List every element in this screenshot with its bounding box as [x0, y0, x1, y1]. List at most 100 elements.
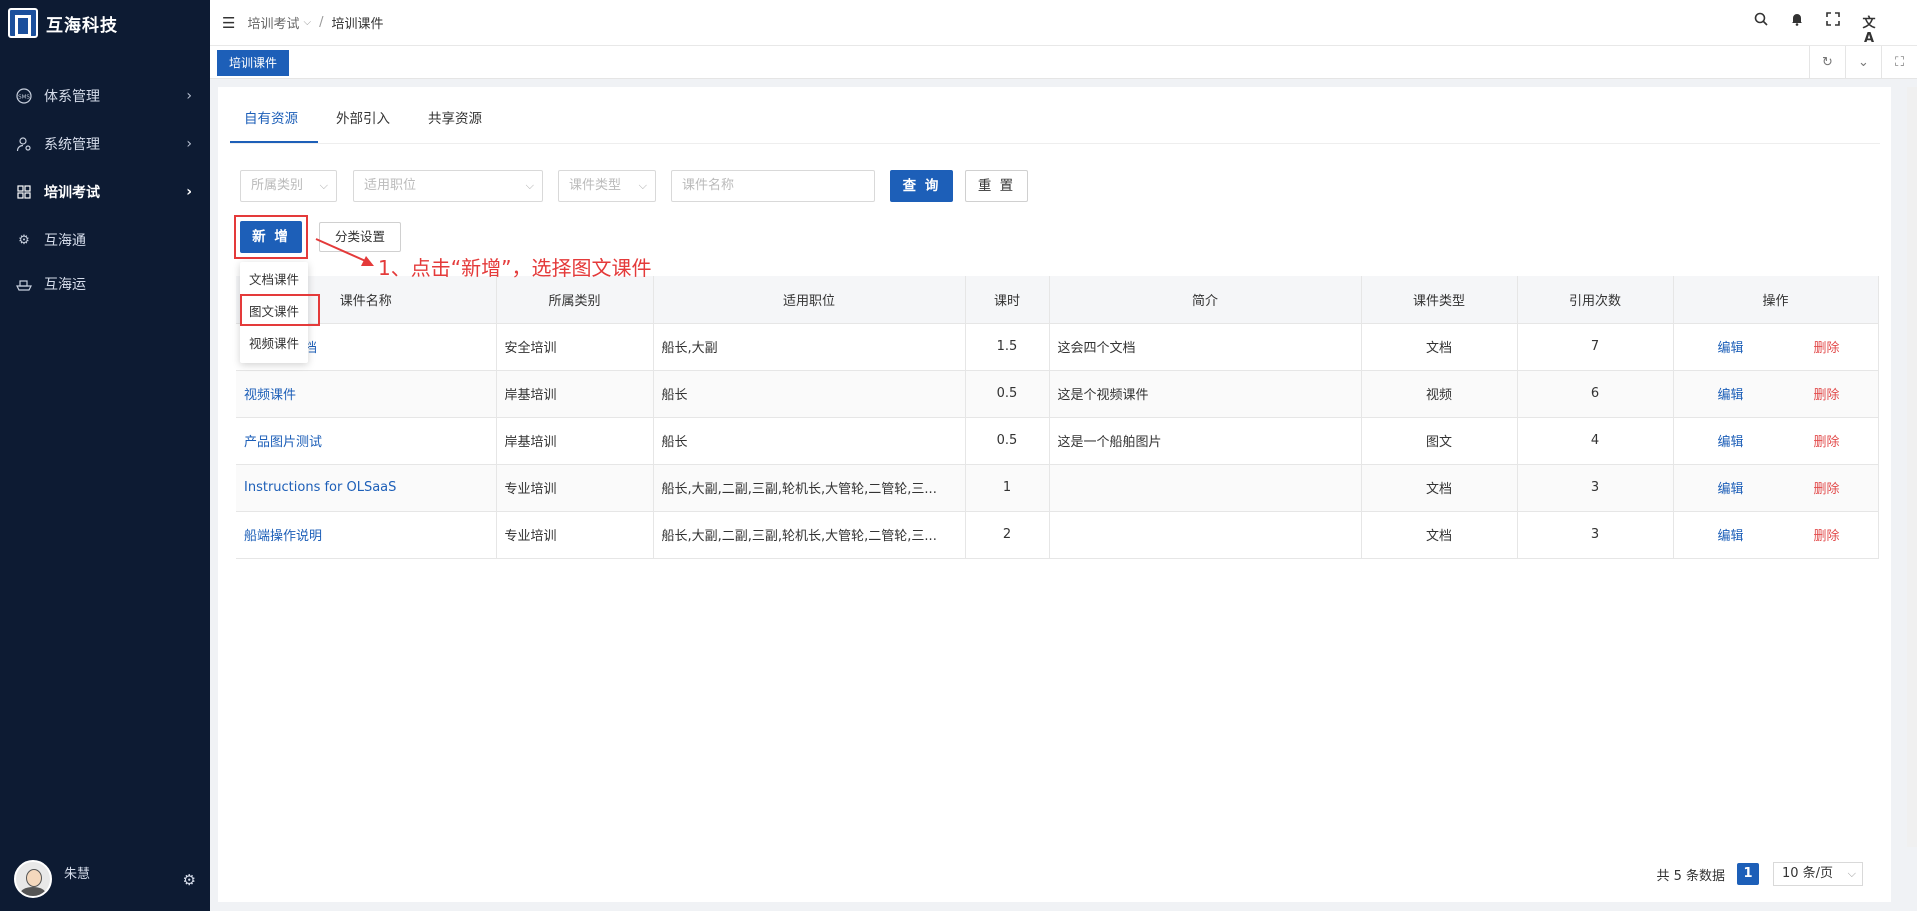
fit-screen-icon[interactable]: ⛶ — [1881, 46, 1917, 78]
breadcrumb-parent[interactable]: 培训考试 — [247, 13, 299, 32]
page-size-value: 10 条/页 — [1782, 866, 1834, 881]
chevron-right-icon: › — [186, 136, 192, 152]
cell-name[interactable]: 视频课件 — [236, 370, 497, 418]
menu-fold-icon[interactable]: ☰ — [222, 14, 235, 32]
cell-category: 专业培训 — [496, 464, 654, 512]
svg-text:SMS: SMS — [18, 95, 30, 101]
sidebar: 互海科技 SMS 体系管理 › 系统管理 › 培训考试 › ⚙ 互海通 互海运 … — [0, 0, 210, 911]
delete-link[interactable]: 删除 — [1814, 529, 1840, 544]
cell-actions: 编辑 删除 — [1673, 511, 1879, 559]
cell-refs: 3 — [1517, 511, 1674, 559]
chevron-down-icon[interactable]: ⌄ — [1845, 46, 1881, 78]
search-icon[interactable] — [1753, 12, 1769, 46]
tab-external[interactable]: 外部引入 — [336, 107, 390, 127]
tab-shared[interactable]: 共享资源 — [428, 107, 482, 127]
tab-own-resources[interactable]: 自有资源 — [244, 107, 298, 127]
cell-hours: 0.5 — [965, 417, 1050, 465]
cell-refs: 7 — [1517, 323, 1674, 371]
name-input[interactable]: 课件名称 — [671, 170, 875, 202]
translate-icon[interactable]: 文A — [1861, 12, 1877, 46]
delete-link[interactable]: 删除 — [1814, 435, 1840, 450]
menu-item-doc[interactable]: 文档课件 — [240, 264, 308, 296]
sidebar-item-label: 互海通 — [44, 233, 86, 249]
tag-bar: 培训课件 ↻ ⌄ ⛶ — [210, 46, 1917, 79]
cell-type: 视频 — [1361, 370, 1518, 418]
col-header-refs: 引用次数 — [1517, 276, 1674, 324]
edit-link[interactable]: 编辑 — [1718, 388, 1744, 403]
fullscreen-icon[interactable] — [1825, 12, 1841, 46]
logo[interactable]: 互海科技 — [0, 0, 210, 46]
cell-name[interactable]: 产品图片测试 — [236, 417, 497, 465]
cell-intro — [1049, 464, 1362, 512]
menu-item-video[interactable]: 视频课件 — [240, 328, 308, 360]
cell-actions: 编辑 删除 — [1673, 417, 1879, 465]
cell-refs: 3 — [1517, 464, 1674, 512]
cell-name[interactable]: Instructions for OLSaaS — [236, 464, 497, 512]
main-content: 自有资源 外部引入 共享资源 所属类别 ⌵ 适用职位 ⌵ 课件类型 ⌵ 课件名称… — [218, 87, 1891, 902]
page-1-button[interactable]: 1 — [1737, 863, 1759, 885]
position-select[interactable]: 适用职位 ⌵ — [353, 170, 543, 202]
total-count: 共 5 条数据 — [1656, 868, 1725, 884]
user-name: 朱慧 — [64, 866, 91, 882]
name-input-placeholder: 课件名称 — [682, 178, 735, 193]
cell-type: 文档 — [1361, 464, 1518, 512]
grid-icon — [16, 184, 32, 200]
vertical-scrollbar[interactable] — [1907, 87, 1917, 847]
cell-position: 船长 — [653, 417, 966, 465]
category-select[interactable]: 所属类别 ⌵ — [240, 170, 337, 202]
col-header-position: 适用职位 — [653, 276, 966, 324]
chevron-right-icon: › — [186, 88, 192, 104]
sidebar-item-system-settings[interactable]: 系统管理 › — [0, 120, 210, 168]
sidebar-item-label: 互海运 — [44, 277, 86, 293]
cell-intro — [1049, 511, 1362, 559]
bell-icon[interactable] — [1789, 12, 1805, 46]
edit-link[interactable]: 编辑 — [1718, 341, 1744, 356]
cell-type: 文档 — [1361, 511, 1518, 559]
type-select[interactable]: 课件类型 ⌵ — [558, 170, 656, 202]
category-setting-button[interactable]: 分类设置 — [319, 222, 401, 252]
cell-intro: 这是一个船舶图片 — [1049, 417, 1362, 465]
user-profile[interactable]: 朱慧 ⚙ — [14, 859, 196, 899]
chevron-down-icon: ⌵ — [1847, 867, 1856, 880]
cell-category: 岸基培训 — [496, 417, 654, 465]
table-row: 档 安全培训 船长,大副 1.5 这会四个文档 文档 7 编辑 删除 — [236, 323, 1879, 371]
type-select-text: 课件类型 — [569, 178, 622, 193]
tag-active[interactable]: 培训课件 — [217, 50, 290, 76]
edit-link[interactable]: 编辑 — [1718, 529, 1744, 544]
avatar[interactable] — [14, 860, 52, 898]
cell-name[interactable]: 船端操作说明 — [236, 511, 497, 559]
reset-button[interactable]: 重 置 — [965, 170, 1028, 202]
cell-position: 船长,大副,二副,三副,轮机长,大管轮,二管轮,三... — [653, 464, 966, 512]
cell-position: 船长,大副 — [653, 323, 966, 371]
query-button[interactable]: 查 询 — [890, 170, 953, 202]
chevron-down-icon: ⌵ — [525, 179, 534, 192]
ship-icon — [16, 276, 32, 292]
cell-type: 文档 — [1361, 323, 1518, 371]
cell-hours: 2 — [965, 511, 1050, 559]
highlight-add-button — [234, 215, 308, 259]
breadcrumb: 培训考试 ⌵ / 培训课件 — [247, 13, 383, 32]
settings-gear-icon[interactable]: ⚙ — [183, 871, 196, 889]
delete-link[interactable]: 删除 — [1814, 482, 1840, 497]
top-actions: 文A — [1753, 12, 1877, 46]
chevron-down-icon[interactable]: ⌵ — [303, 17, 311, 28]
cell-hours: 0.5 — [965, 370, 1050, 418]
delete-link[interactable]: 删除 — [1814, 388, 1840, 403]
sidebar-item-huhaitong[interactable]: ⚙ 互海通 — [0, 216, 210, 264]
sidebar-item-system-mgmt[interactable]: SMS 体系管理 › — [0, 72, 210, 120]
cell-hours: 1 — [965, 464, 1050, 512]
col-header-hours: 课时 — [965, 276, 1050, 324]
chevron-down-icon: ⌵ — [319, 179, 328, 192]
resource-tabs: 自有资源 外部引入 共享资源 — [230, 87, 1880, 144]
cell-category: 岸基培训 — [496, 370, 654, 418]
edit-link[interactable]: 编辑 — [1718, 482, 1744, 497]
refresh-icon[interactable]: ↻ — [1809, 46, 1845, 78]
edit-link[interactable]: 编辑 — [1718, 435, 1744, 450]
page-size-select[interactable]: 10 条/页 ⌵ — [1773, 862, 1863, 886]
table-row: 船端操作说明 专业培训 船长,大副,二副,三副,轮机长,大管轮,二管轮,三...… — [236, 511, 1879, 559]
col-header-intro: 简介 — [1049, 276, 1362, 324]
delete-link[interactable]: 删除 — [1814, 341, 1840, 356]
tag-tools: ↻ ⌄ ⛶ — [1809, 46, 1917, 78]
sidebar-item-training[interactable]: 培训考试 › — [0, 168, 210, 216]
sidebar-item-huhaiyun[interactable]: 互海运 — [0, 264, 210, 304]
